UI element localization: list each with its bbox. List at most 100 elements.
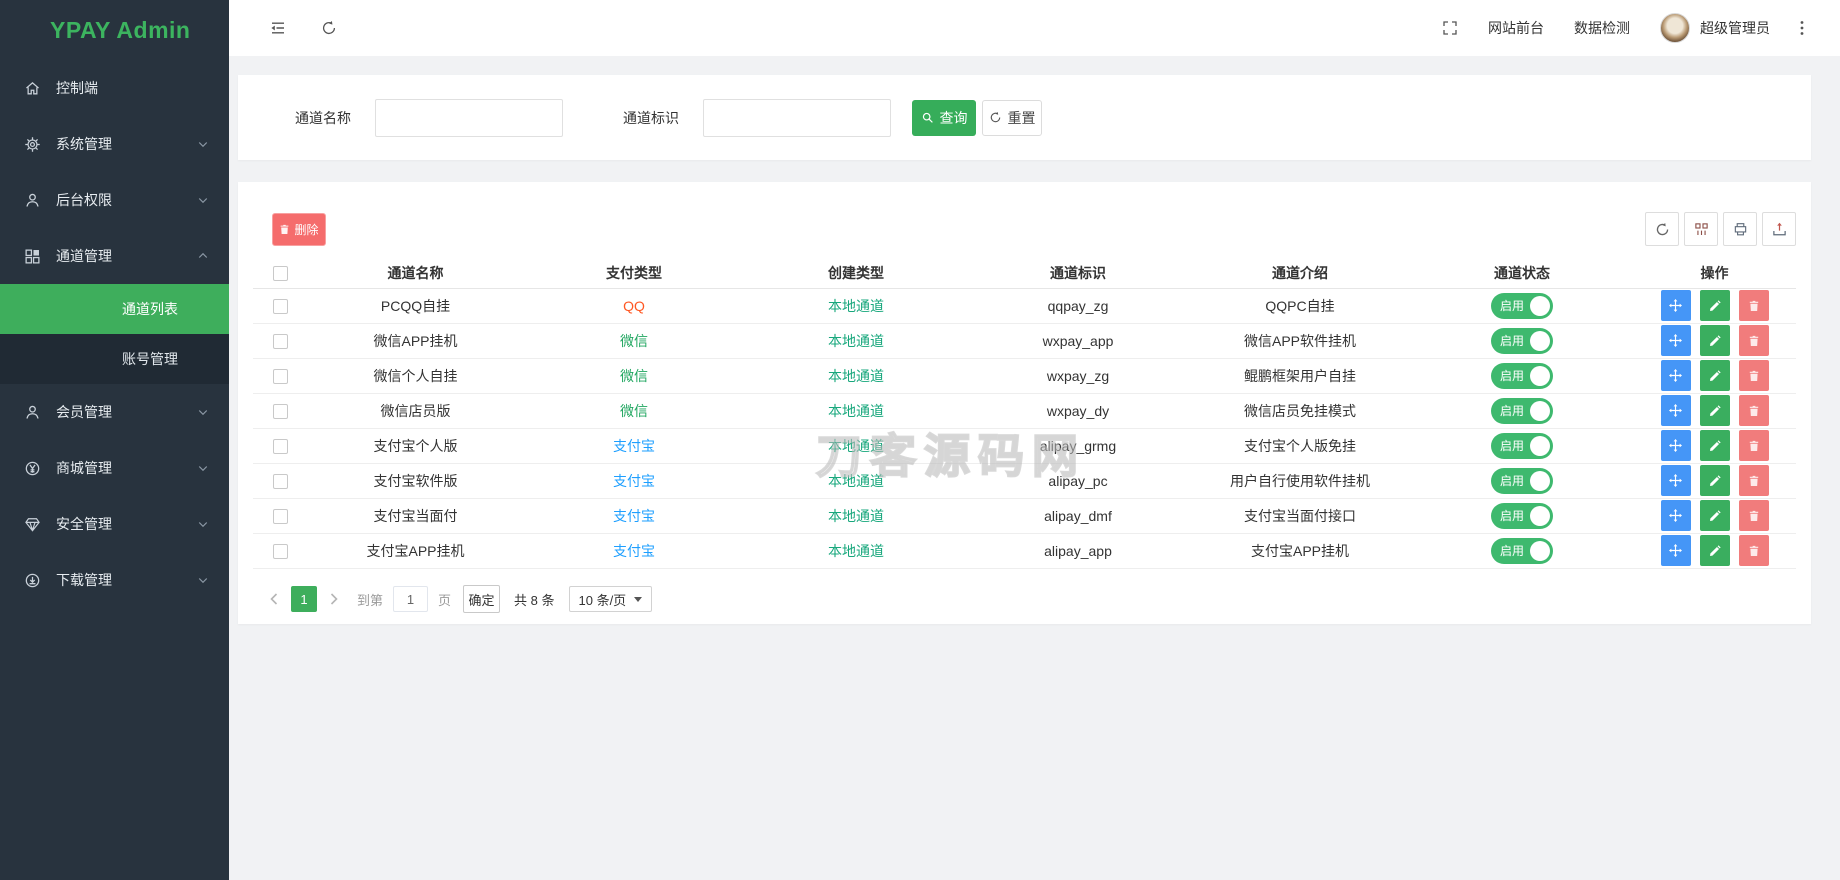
- per-page-select[interactable]: 10 条/页: [568, 586, 653, 612]
- status-toggle[interactable]: 启用: [1491, 432, 1553, 459]
- edit-button[interactable]: [1699, 360, 1730, 391]
- delete-row-button[interactable]: [1738, 395, 1769, 426]
- prev-page-icon[interactable]: [265, 593, 283, 605]
- move-button[interactable]: [1660, 360, 1691, 391]
- col-header: 通道状态: [1411, 258, 1633, 289]
- chevron-up-icon: [197, 250, 209, 262]
- row-checkbox[interactable]: [273, 473, 288, 489]
- cell-channel-ident: qqpay_zg: [967, 288, 1189, 324]
- delete-row-button[interactable]: [1738, 325, 1769, 356]
- table-row: 微信APP挂机 微信 本地通道 wxpay_app 微信APP软件挂机 启用: [253, 323, 1796, 359]
- edit-icon: [1709, 544, 1721, 556]
- move-button[interactable]: [1660, 290, 1691, 321]
- delete-row-button[interactable]: [1738, 430, 1769, 461]
- row-checkbox[interactable]: [273, 298, 288, 314]
- edit-button[interactable]: [1699, 325, 1730, 356]
- trash-icon: [281, 224, 289, 234]
- sidebar-item-mall[interactable]: 商城管理: [0, 440, 229, 496]
- edit-button[interactable]: [1699, 500, 1730, 531]
- sidebar-item-members[interactable]: 会员管理: [0, 384, 229, 440]
- trash-icon: [1749, 370, 1758, 381]
- channel-name-label: 通道名称: [295, 109, 351, 126]
- goto-page-input[interactable]: [393, 586, 429, 612]
- sidebar-item-dashboard[interactable]: 控制端: [0, 60, 229, 116]
- row-checkbox[interactable]: [273, 368, 288, 384]
- export-button[interactable]: [1762, 212, 1796, 246]
- status-label: 启用: [1500, 369, 1525, 383]
- row-checkbox[interactable]: [273, 543, 288, 559]
- delete-button[interactable]: 删除: [272, 212, 326, 246]
- search-panel: 通道名称 通道标识 查询 重置: [238, 75, 1811, 160]
- sidebar-item-system[interactable]: 系统管理: [0, 116, 229, 172]
- status-toggle[interactable]: 启用: [1491, 397, 1553, 424]
- edit-button[interactable]: [1699, 395, 1730, 426]
- move-button[interactable]: [1660, 465, 1691, 496]
- sidebar-subitem-account-manage[interactable]: 账号管理: [0, 334, 229, 384]
- edit-button[interactable]: [1699, 465, 1730, 496]
- move-button[interactable]: [1660, 535, 1691, 566]
- delete-row-button[interactable]: [1738, 465, 1769, 496]
- refresh-icon[interactable]: [321, 20, 337, 36]
- cell-channel-ident: alipay_dmf: [967, 498, 1189, 534]
- edit-button[interactable]: [1699, 535, 1730, 566]
- cell-create-type: 本地通道: [745, 393, 967, 429]
- delete-row-button[interactable]: [1738, 500, 1769, 531]
- toggle-knob: [1530, 470, 1550, 491]
- status-toggle[interactable]: 启用: [1491, 502, 1553, 529]
- chevron-down-icon: [197, 462, 209, 474]
- edit-button[interactable]: [1699, 430, 1730, 461]
- delete-row-button[interactable]: [1738, 290, 1769, 321]
- data-check-link[interactable]: 数据检测: [1574, 18, 1630, 38]
- sidebar-subitem-channel-list[interactable]: 通道列表: [0, 284, 229, 334]
- row-checkbox[interactable]: [273, 438, 288, 454]
- sidebar-item-downloads[interactable]: 下载管理: [0, 552, 229, 608]
- status-toggle[interactable]: 启用: [1491, 537, 1553, 564]
- query-button[interactable]: 查询: [912, 99, 976, 136]
- reset-button[interactable]: 重置: [982, 99, 1042, 136]
- move-button[interactable]: [1660, 325, 1691, 356]
- cell-channel-intro: 支付宝当面付接口: [1189, 498, 1411, 534]
- move-icon: [1669, 404, 1682, 417]
- row-checkbox[interactable]: [273, 333, 288, 349]
- status-toggle[interactable]: 启用: [1491, 467, 1553, 494]
- select-all-checkbox[interactable]: [273, 266, 288, 282]
- delete-row-button[interactable]: [1738, 360, 1769, 391]
- fullscreen-icon[interactable]: [1442, 20, 1458, 36]
- toggle-knob: [1530, 330, 1550, 351]
- sidebar-item-permissions[interactable]: 后台权限: [0, 172, 229, 228]
- page-number-button[interactable]: 1: [291, 586, 317, 612]
- collapse-menu-icon[interactable]: [269, 20, 287, 36]
- move-button[interactable]: [1660, 500, 1691, 531]
- filter-columns-button[interactable]: [1684, 212, 1718, 246]
- sidebar-item-channels[interactable]: 通道管理: [0, 228, 229, 284]
- channel-ident-input[interactable]: [703, 98, 891, 137]
- cell-pay-type: 微信: [523, 323, 745, 359]
- move-button[interactable]: [1660, 395, 1691, 426]
- chevron-down-icon: [197, 194, 209, 206]
- user-menu[interactable]: 超级管理员: [1660, 13, 1770, 43]
- edit-button[interactable]: [1699, 290, 1730, 321]
- kebab-menu-icon[interactable]: [1800, 20, 1804, 36]
- sidebar-item-security[interactable]: 安全管理: [0, 496, 229, 552]
- row-checkbox[interactable]: [273, 403, 288, 419]
- print-button[interactable]: [1723, 212, 1757, 246]
- status-toggle[interactable]: 启用: [1491, 362, 1553, 389]
- site-front-link[interactable]: 网站前台: [1488, 18, 1544, 38]
- next-page-icon[interactable]: [325, 593, 343, 605]
- cell-pay-type: 支付宝: [523, 428, 745, 464]
- table-row: 支付宝软件版 支付宝 本地通道 alipay_pc 用户自行使用软件挂机 启用: [253, 463, 1796, 499]
- row-checkbox[interactable]: [273, 508, 288, 524]
- user-icon: [24, 192, 41, 209]
- status-toggle[interactable]: 启用: [1491, 327, 1553, 354]
- columns-icon: [1694, 222, 1708, 235]
- channel-name-input[interactable]: [375, 98, 563, 137]
- status-label: 启用: [1500, 404, 1525, 418]
- move-button[interactable]: [1660, 430, 1691, 461]
- sidebar-item-label: 安全管理: [56, 516, 112, 532]
- delete-row-button[interactable]: [1738, 535, 1769, 566]
- table-refresh-button[interactable]: [1645, 212, 1679, 246]
- status-toggle[interactable]: 启用: [1491, 292, 1553, 319]
- cell-channel-ident: alipay_app: [967, 533, 1189, 569]
- goto-confirm-button[interactable]: 确定: [463, 585, 501, 613]
- cell-channel-name: 微信APP挂机: [308, 323, 523, 359]
